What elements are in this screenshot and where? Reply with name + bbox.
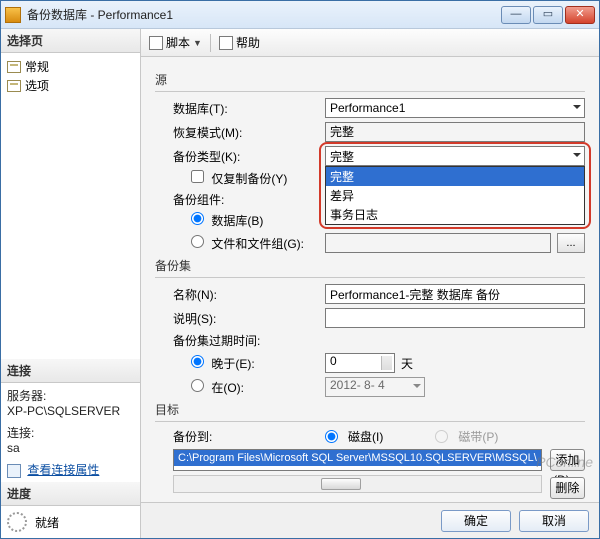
backup-type-combo[interactable]: 完整 [325,146,585,166]
copy-only-row: 仅复制备份(Y) [155,170,325,187]
cancel-button[interactable]: 取消 [519,510,589,532]
dropdown-option[interactable]: 差异 [326,186,584,205]
scrollbar-thumb[interactable] [321,478,361,490]
expire-on-label: 在(O): [211,381,244,395]
expire-days-spinner[interactable]: 0 [325,353,395,373]
recovery-field: 完整 [325,122,585,142]
expire-date-picker: 2012- 8- 4 [325,377,425,397]
help-label: 帮助 [236,34,260,51]
dropdown-option[interactable]: 完整 [326,167,584,186]
progress-header: 进度 [1,482,140,506]
connection-label: 连接: [7,424,134,441]
chevron-down-icon[interactable]: ▼ [193,38,202,48]
backupset-section-label: 备份集 [155,257,585,274]
radio-db-label: 数据库(B) [211,214,263,228]
backup-type-dropdown-list[interactable]: 完整 差异 事务日志 [325,166,585,225]
dest-disk-label: 磁盘(I) [348,428,383,445]
nav-label: 常规 [25,58,49,75]
minimize-button[interactable]: — [501,6,531,24]
expire-after-radio[interactable] [191,355,204,368]
connection-value: sa [7,441,134,455]
titlebar[interactable]: 备份数据库 - Performance1 — ▭ ✕ [1,1,599,29]
expire-after-label: 晚于(E): [211,357,254,371]
destination-item[interactable]: C:\Program Files\Microsoft SQL Server\MS… [174,450,541,466]
page-icon [7,80,21,92]
form-area: 源 数据库(T): Performance1 恢复模式(M): 完整 备份类型(… [141,57,599,502]
close-button[interactable]: ✕ [565,6,595,24]
divider [155,91,585,92]
script-icon [149,36,163,50]
database-combo[interactable]: Performance1 [325,98,585,118]
desc-field[interactable] [325,308,585,328]
desc-label: 说明(S): [155,310,325,327]
dest-tape-radio [435,430,448,443]
radio-fg-label: 文件和文件组(G): [211,237,304,251]
toolbar: 脚本 ▼ 帮助 [141,29,599,57]
copy-only-checkbox[interactable] [191,170,204,183]
window-title: 备份数据库 - Performance1 [27,6,501,23]
horizontal-scrollbar[interactable] [173,475,542,493]
nav-item-general[interactable]: 常规 [7,57,134,76]
remove-button[interactable]: 删除(R) [550,477,585,499]
nav-label: 选项 [25,77,49,94]
copy-only-label: 仅复制备份(Y) [211,172,287,186]
backup-to-label: 备份到: [155,428,325,445]
recovery-label: 恢复模式(M): [155,124,325,141]
divider [155,421,585,422]
name-label: 名称(N): [155,286,325,303]
divider [155,277,585,278]
right-panel: 脚本 ▼ 帮助 源 数据库(T): Performance1 恢复模式(M): [141,29,599,538]
dialog-footer: 确定 取消 [141,502,599,538]
dropdown-option[interactable]: 事务日志 [326,205,584,224]
destination-listbox[interactable]: C:\Program Files\Microsoft SQL Server\MS… [173,449,542,471]
page-icon [7,61,21,73]
server-value: XP-PC\SQLSERVER [7,404,134,418]
select-page-header: 选择页 [1,29,140,53]
left-panel: 选择页 常规 选项 连接 服务器: XP-PC\SQLSERVER 连接: sa [1,29,141,538]
view-connection-link[interactable]: 查看连接属性 [7,461,134,478]
progress-spinner-icon [7,512,27,532]
nav-item-options[interactable]: 选项 [7,76,134,95]
dest-tape-label: 磁带(P) [458,428,498,445]
maximize-button[interactable]: ▭ [533,6,563,24]
script-button[interactable]: 脚本 ▼ [149,34,202,51]
help-icon [219,36,233,50]
server-label: 服务器: [7,387,134,404]
connection-icon [7,464,21,478]
script-label: 脚本 [166,34,190,51]
database-label: 数据库(T): [155,100,325,117]
connection-header: 连接 [1,359,140,383]
app-icon [5,7,21,23]
progress-status: 就绪 [35,514,59,531]
days-unit: 天 [401,355,413,372]
source-section-label: 源 [155,71,585,88]
toolbar-separator [210,34,211,52]
dest-disk-radio[interactable] [325,430,338,443]
dialog-window: 备份数据库 - Performance1 — ▭ ✕ 选择页 常规 选项 连接 [0,0,600,539]
component-label: 备份组件: [155,191,325,208]
expire-on-radio[interactable] [191,379,204,392]
help-button[interactable]: 帮助 [219,34,260,51]
backup-type-label: 备份类型(K): [155,148,325,165]
expire-label: 备份集过期时间: [155,332,325,349]
component-database-radio[interactable] [191,212,204,225]
add-button[interactable]: 添加(D)… [550,449,585,471]
destination-section-label: 目标 [155,401,585,418]
ok-button[interactable]: 确定 [441,510,511,532]
name-field[interactable] [325,284,585,304]
filegroup-field [325,233,551,253]
view-connection-text[interactable]: 查看连接属性 [27,463,99,477]
filegroup-browse-button[interactable]: ... [557,233,585,253]
component-filegroup-radio[interactable] [191,235,204,248]
